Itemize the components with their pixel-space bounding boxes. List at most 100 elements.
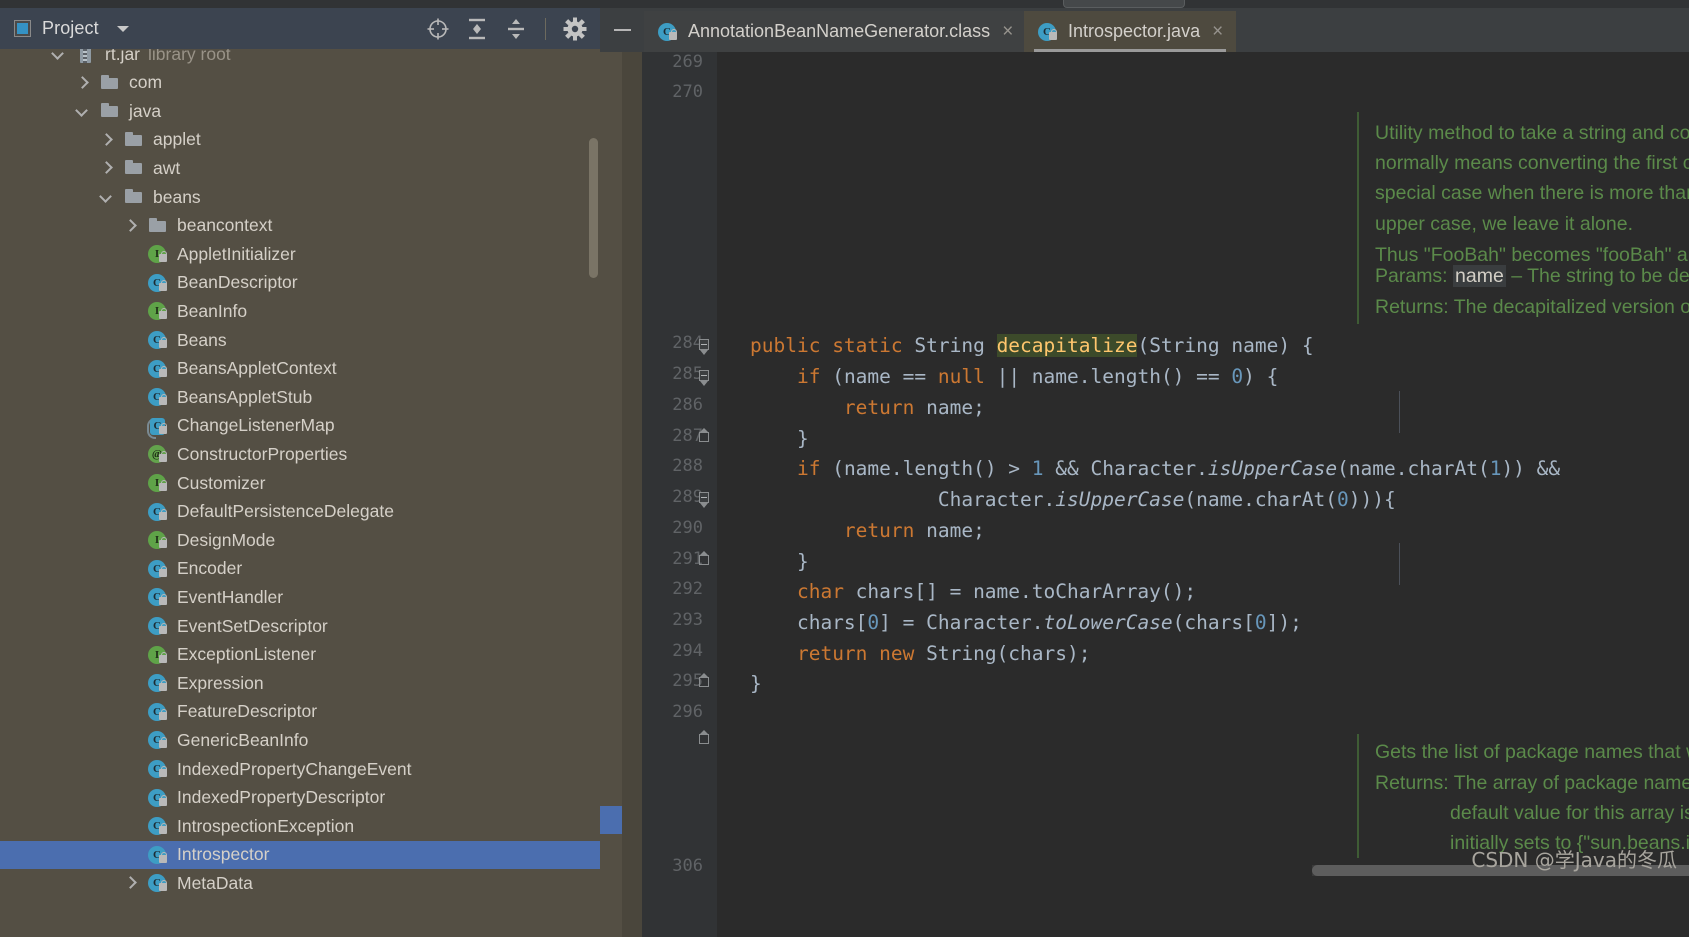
close-icon[interactable]: × (1212, 22, 1223, 41)
code-fold-end-marker[interactable] (697, 428, 711, 445)
editor-tab-active[interactable]: C Introspector.java × (1024, 11, 1237, 52)
code-fold-end-marker[interactable] (697, 730, 711, 747)
project-panel-title: Project (42, 18, 99, 38)
close-icon[interactable]: × (1002, 22, 1013, 41)
code-fold-marker[interactable] (697, 338, 711, 355)
tree-arrow-placeholder (122, 618, 138, 634)
code-line[interactable]: return new String(chars); (750, 642, 1091, 665)
code-line[interactable]: return name; (750, 396, 985, 419)
code-line[interactable]: char chars[] = name.toCharArray(); (750, 580, 1196, 603)
tree-row[interactable]: C FeatureDescriptor (0, 698, 600, 726)
code-line[interactable]: Character.isUpperCase(name.charAt(0))){ (750, 488, 1396, 511)
tree-row[interactable]: I DesignMode (0, 526, 600, 554)
code-line[interactable]: } (750, 427, 809, 450)
code-line[interactable]: chars[0] = Character.toLowerCase(chars[0… (750, 611, 1302, 634)
code-line[interactable]: public static String decapitalize(String… (750, 334, 1314, 357)
code-token: String (914, 334, 997, 357)
editor-tab[interactable]: C AnnotationBeanNameGenerator.class × (644, 11, 1027, 52)
code-line[interactable]: } (750, 550, 809, 573)
tree-arrow-placeholder (122, 389, 138, 405)
tree-row[interactable]: C IntrospectionException (0, 812, 600, 840)
chevron-right-icon[interactable] (122, 875, 138, 891)
minimize-icon[interactable] (600, 8, 644, 52)
line-number: 294 (672, 641, 703, 661)
tree-row-label: MetaData (177, 872, 253, 893)
tree-row-selected[interactable]: C Introspector (0, 840, 600, 869)
tree-row-label: com (129, 72, 163, 93)
tree-row-label: Expression (177, 672, 264, 693)
tree-row[interactable]: C IndexedPropertyDescriptor (0, 784, 600, 812)
tree-row[interactable]: C GenericBeanInfo (0, 726, 600, 754)
tree-arrow-placeholder (122, 361, 138, 377)
code-line[interactable]: return name; (750, 519, 985, 542)
tree-row[interactable]: awt (0, 154, 600, 182)
java-interface-icon: I (148, 530, 170, 550)
tree-row[interactable]: C ChangeListenerMap (0, 412, 600, 440)
chevron-right-icon[interactable] (74, 75, 90, 91)
tree-row[interactable]: beancontext (0, 212, 600, 240)
line-number: 306 (672, 856, 703, 876)
tree-row[interactable]: I AppletInitializer (0, 240, 600, 268)
tree-row[interactable]: C IndexedPropertyChangeEvent (0, 755, 600, 783)
chevron-down-icon[interactable] (98, 189, 114, 205)
javadoc-line: special case when there is more than one… (1375, 182, 1689, 204)
java-class-icon: C (148, 559, 170, 579)
project-panel-title-group[interactable]: Project (0, 18, 129, 39)
tree-row[interactable]: C BeansAppletContext (0, 355, 600, 383)
tree-row[interactable]: C Beans (0, 326, 600, 354)
project-tree[interactable]: rt.jar library root com java applet awt beans b… (0, 49, 600, 937)
chevron-down-icon[interactable] (50, 49, 66, 62)
tree-arrow-placeholder (122, 303, 138, 319)
code-token: return (796, 642, 880, 665)
tree-row[interactable]: C DefaultPersistenceDelegate (0, 498, 600, 526)
chevron-right-icon[interactable] (98, 160, 114, 176)
code-fold-end-marker[interactable] (697, 673, 711, 690)
tree-row-label: Customizer (177, 472, 266, 493)
project-tree-scrollbar[interactable] (589, 138, 598, 278)
tree-row[interactable]: C EventHandler (0, 583, 600, 611)
collapse-all-icon[interactable] (501, 14, 531, 44)
tree-row[interactable]: applet (0, 126, 600, 154)
tree-row[interactable]: java (0, 97, 600, 125)
chevron-down-icon[interactable] (116, 25, 129, 32)
code-line[interactable]: if (name.length() > 1 && Character.isUpp… (750, 457, 1560, 480)
code-fold-end-marker[interactable] (697, 551, 711, 568)
code-token: 1 (1031, 457, 1044, 480)
tree-row[interactable]: C MetaData (0, 869, 600, 897)
tree-row[interactable]: I Customizer (0, 469, 600, 497)
crosshair-target-icon[interactable] (423, 14, 453, 44)
floating-toolbar-chip[interactable] (1063, 0, 1185, 8)
tree-row[interactable]: rt.jar library root (0, 49, 600, 68)
code-fold-marker[interactable] (697, 491, 711, 508)
line-number: 290 (672, 518, 703, 538)
lock-icon (159, 251, 167, 263)
tree-row[interactable]: @ ConstructorProperties (0, 440, 600, 468)
tree-row[interactable]: I ExceptionListener (0, 641, 600, 669)
code-fold-marker[interactable] (697, 369, 711, 386)
tree-row[interactable]: com (0, 69, 600, 97)
code-token: name; (926, 519, 985, 542)
tree-row[interactable]: C BeanDescriptor (0, 269, 600, 297)
java-annotation-icon: @ (148, 444, 170, 464)
folder-icon (148, 216, 170, 236)
tree-row[interactable]: C Expression (0, 669, 600, 697)
fold-cap (699, 677, 709, 687)
tree-row[interactable]: C EventSetDescriptor (0, 612, 600, 640)
code-token: isUpperCase (1055, 488, 1185, 511)
chevron-down-icon[interactable] (74, 103, 90, 119)
expand-all-icon[interactable] (462, 14, 492, 44)
tree-row[interactable]: beans (0, 183, 600, 211)
tree-row[interactable]: I BeanInfo (0, 297, 600, 325)
code-line[interactable]: if (name == null || name.length() == 0) … (750, 365, 1278, 388)
lock-icon (159, 880, 167, 892)
chevron-right-icon[interactable] (122, 218, 138, 234)
tree-row[interactable]: C Encoder (0, 555, 600, 583)
code-line[interactable]: } (750, 672, 762, 695)
chevron-right-icon[interactable] (98, 132, 114, 148)
tree-row[interactable]: C BeansAppletStub (0, 383, 600, 411)
tree-arrow-placeholder (122, 446, 138, 462)
code-token: new (879, 642, 927, 665)
gear-icon[interactable] (560, 14, 590, 44)
